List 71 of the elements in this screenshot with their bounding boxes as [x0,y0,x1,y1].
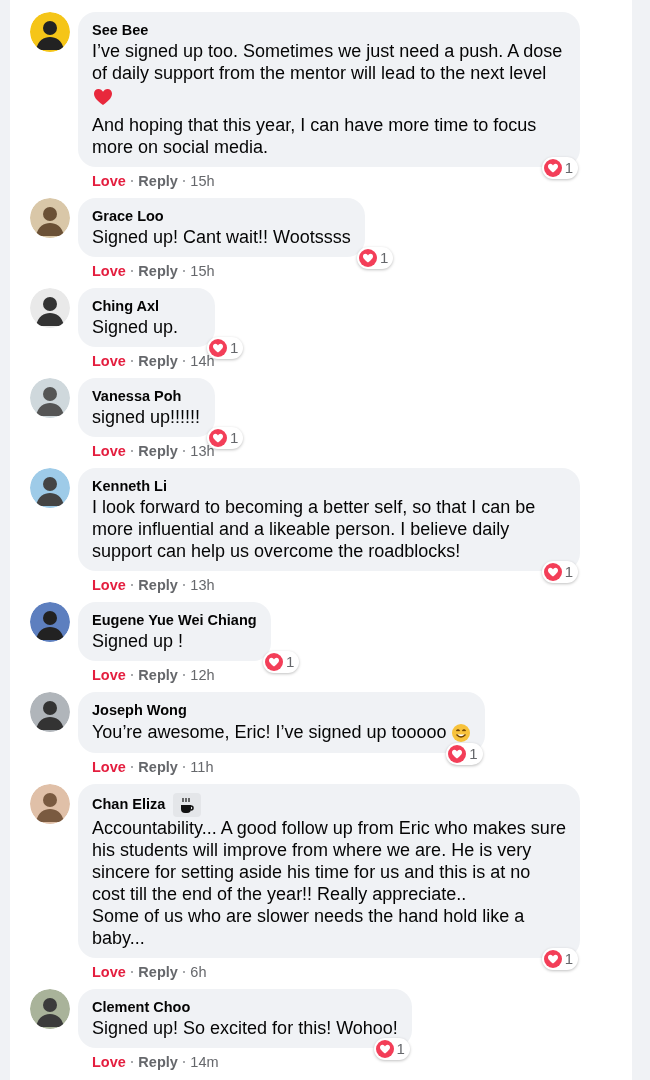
author-name[interactable]: See Bee [92,20,149,40]
timestamp: 14m [190,1052,219,1071]
avatar[interactable] [30,784,70,824]
author-name[interactable]: Grace Loo [92,206,164,226]
comment-text: Signed up. [92,316,180,338]
love-link[interactable]: Love [92,758,126,776]
avatar[interactable] [30,288,70,328]
timestamp: 15h [190,172,215,190]
author-name[interactable]: Kenneth Li [92,476,167,496]
author-name[interactable]: Ching Axl [92,296,160,316]
reply-link[interactable]: Reply [138,262,178,280]
timestamp: 11h [190,758,214,776]
love-reaction-icon [209,429,227,447]
comment-text: You’re awesome, Eric! I’ve signed up tooooo [92,721,447,743]
love-reaction-icon [359,249,377,267]
love-link[interactable]: Love [92,666,126,684]
avatar[interactable] [30,988,70,1029]
reaction-count[interactable]: 1 [373,1037,410,1060]
timestamp: 15h [190,262,215,280]
timestamp: 12h [190,666,215,684]
author-name[interactable]: Vanessa Poh [92,386,182,406]
avatar[interactable] [30,468,70,508]
avatar[interactable] [30,602,70,642]
smiley-icon [450,722,471,743]
love-link[interactable]: Love [92,172,126,190]
reaction-count[interactable]: 1 [541,947,578,970]
comment-text: signed up!!!!!! [92,406,201,428]
timestamp: 13h [190,576,215,594]
reaction-count[interactable]: 1 [541,561,578,583]
reply-link[interactable]: Reply [138,172,178,190]
author-name[interactable]: Eugene Yue Wei Chiang [92,610,257,630]
comment-text: Signed up! So excited for this! Wohoo! [92,1016,398,1039]
reaction-count[interactable]: 1 [541,157,578,179]
reply-link[interactable]: Reply [138,352,178,370]
author-name[interactable]: Chan Eliza [92,794,166,815]
comment-text: Accountability... A good follow up from Eric who makes sure his students will improve from where we are. He is very sincere for setting aside his time for us and this is at no cost till the end of the year!! Really appreciate.. Some of us who are slower needs the hand hold like a baby... [92,816,566,949]
love-reaction-icon [375,1039,394,1058]
comment-text: I look forward to becoming a better self, so that I can be more influential and a likeable person. I believe daily support can help us overcome the roadblocks! [92,496,537,562]
reply-link[interactable]: Reply [138,758,178,776]
reply-link[interactable]: Reply [138,442,178,460]
reaction-count[interactable]: 1 [263,651,300,673]
comment-text: I’ve signed up too. Sometimes we just need a push. A dose of daily support from the mentor will lead to the next level [92,40,564,84]
comment-text: Signed up ! [92,630,185,652]
comment-text: Signed up! Cant wait!! Wootssss [92,226,351,248]
reply-link[interactable]: Reply [138,1052,178,1071]
love-reaction-icon [448,745,467,763]
reaction-count[interactable]: 1 [357,247,394,269]
love-reaction-icon [265,653,283,671]
author-name[interactable]: Joseph Wong [92,700,187,720]
love-link[interactable]: Love [92,352,126,370]
love-link[interactable]: Love [92,962,126,981]
reply-link[interactable]: Reply [138,666,178,684]
reaction-count[interactable]: 1 [446,743,483,765]
reply-link[interactable]: Reply [138,962,178,981]
love-link[interactable]: Love [92,1052,126,1071]
love-reaction-icon [209,339,227,357]
author-name[interactable]: Clement Choo [92,996,191,1017]
love-reaction-icon [543,949,562,968]
avatar[interactable] [30,12,70,52]
love-link[interactable]: Love [92,442,126,460]
love-reaction-icon [543,563,562,581]
love-reaction-icon [543,159,562,177]
love-link[interactable]: Love [92,262,126,280]
avatar[interactable] [30,692,70,732]
avatar[interactable] [30,198,70,238]
coffee-cup-icon [173,792,202,817]
comment-text: And hoping that this year, I can have more time to focus more on social media. [92,114,538,158]
reply-link[interactable]: Reply [138,576,178,594]
love-link[interactable]: Love [92,576,126,594]
avatar[interactable] [30,378,70,418]
timestamp: 6h [190,962,207,981]
